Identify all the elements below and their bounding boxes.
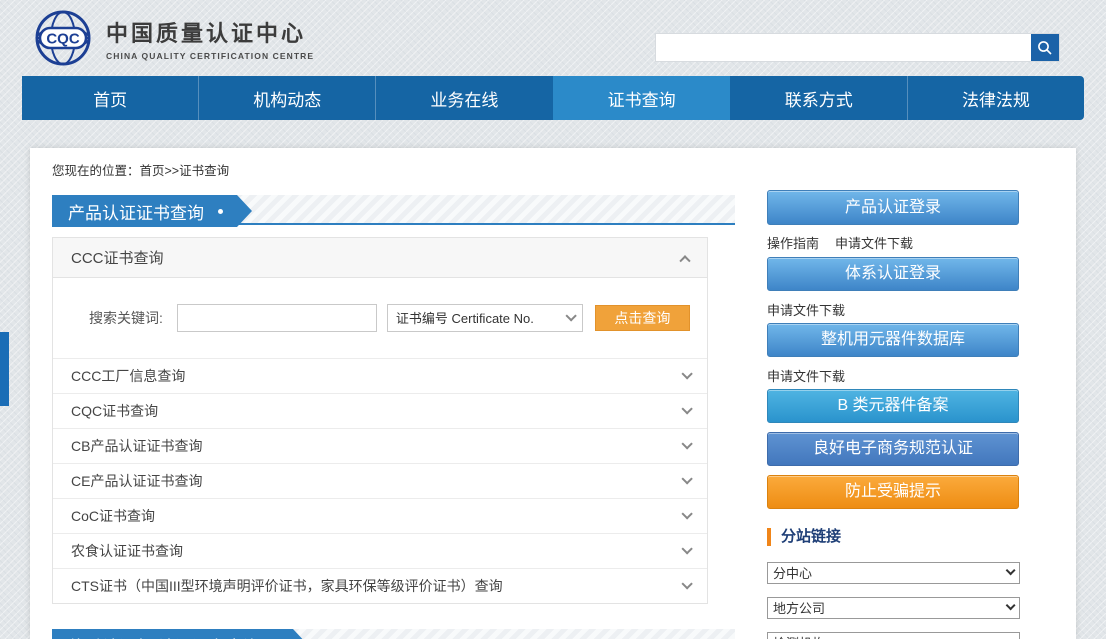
accordion-ccc-factory-info[interactable]: CCC工厂信息查询 — [53, 358, 707, 393]
site-subtitle: CHINA QUALITY CERTIFICATION CENTRE — [106, 51, 314, 61]
operation-guide-link[interactable]: 操作指南 — [767, 233, 819, 249]
local-company-select-wrap: 地方公司 — [767, 597, 1020, 619]
component-db-links: 申请文件下载 — [767, 366, 1020, 382]
site-search-button[interactable] — [1031, 34, 1059, 61]
chevron-down-icon — [681, 368, 692, 379]
product-cert-banner: 产品认证证书查询 — [52, 195, 237, 227]
chevron-down-icon — [681, 403, 692, 414]
product-cert-banner-label: 产品认证证书查询 — [68, 199, 204, 224]
accordion-cqc-certificate[interactable]: CQC证书查询 — [53, 393, 707, 428]
application-download-link[interactable]: 申请文件下载 — [767, 366, 845, 382]
testing-agency-select[interactable]: 检测机构 — [767, 632, 1020, 639]
chevron-down-icon — [681, 578, 692, 589]
certificate-query-accordion: CCC证书查询 搜索关键词: 证书编号 Certificate No. 点击查询… — [52, 237, 708, 604]
ccc-search-form: 搜索关键词: 证书编号 Certificate No. 点击查询 — [53, 278, 707, 358]
search-icon — [1037, 40, 1053, 56]
accordion-coc-certificate[interactable]: CoC证书查询 — [53, 498, 707, 533]
svg-text:CQC: CQC — [46, 31, 80, 48]
accordion-agrifood-certificate[interactable]: 农食认证证书查询 — [53, 533, 707, 568]
accordion-item-label: 农食认证证书查询 — [71, 541, 183, 561]
local-company-select[interactable]: 地方公司 — [767, 597, 1020, 619]
accordion-cts-certificate[interactable]: CTS证书（中国III型环境声明评价证书，家具环保等级评价证书）查询 — [53, 568, 707, 603]
page-header: CQC 中国质量认证中心 CHINA QUALITY CERTIFICATION… — [0, 0, 1106, 76]
product-cert-login-button[interactable]: 产品认证登录 — [767, 190, 1019, 225]
accordion-ce-certificate[interactable]: CE产品认证证书查询 — [53, 463, 707, 498]
accordion-ccc-certificate[interactable]: CCC证书查询 — [53, 238, 707, 278]
system-cert-banner-label: 体系认证部 认证证书查询 — [68, 633, 260, 639]
site-title: 中国质量认证中心 — [106, 16, 314, 48]
keyword-input[interactable] — [177, 304, 377, 332]
subsite-links-heading: 分站链接 — [767, 528, 1020, 546]
chevron-down-icon — [681, 543, 692, 554]
system-cert-login-button[interactable]: 体系认证登录 — [767, 257, 1019, 291]
system-cert-section-head: 体系认证部 认证证书查询 — [52, 629, 735, 639]
chevron-down-icon — [681, 473, 692, 484]
chevron-down-icon — [681, 438, 692, 449]
ecommerce-cert-button[interactable]: 良好电子商务规范认证 — [767, 432, 1019, 466]
banner-dot-icon — [218, 209, 223, 214]
testing-agency-select-wrap: 检测机构 — [767, 632, 1020, 639]
keyword-label: 搜索关键词: — [89, 308, 163, 328]
application-download-link[interactable]: 申请文件下载 — [835, 233, 913, 249]
certificate-type-select-wrap: 证书编号 Certificate No. — [387, 304, 583, 332]
site-search — [655, 33, 1060, 62]
fraud-warning-button[interactable]: 防止受骗提示 — [767, 475, 1019, 509]
accordion-cb-certificate[interactable]: CB产品认证证书查询 — [53, 428, 707, 463]
right-sidebar: 产品认证登录 操作指南 申请文件下载 体系认证登录 申请文件下载 整机用元器件数… — [767, 190, 1020, 639]
nav-item-news[interactable]: 机构动态 — [198, 76, 375, 120]
application-download-link[interactable]: 申请文件下载 — [767, 300, 845, 316]
product-cert-section-head: 产品认证证书查询 — [52, 195, 735, 225]
accordion-item-label: CE产品认证证书查询 — [71, 471, 202, 491]
class-b-filing-button[interactable]: B 类元器件备案 — [767, 389, 1019, 423]
system-cert-banner: 体系认证部 认证证书查询 — [52, 629, 293, 639]
nav-item-contact[interactable]: 联系方式 — [730, 76, 907, 120]
component-database-button[interactable]: 整机用元器件数据库 — [767, 323, 1019, 357]
accordion-ccc-certificate-label: CCC证书查询 — [71, 247, 164, 268]
branch-center-select[interactable]: 分中心 — [767, 562, 1020, 584]
branch-center-select-wrap: 分中心 — [767, 562, 1020, 584]
breadcrumb: 您现在的位置：首页>>证书查询 — [52, 160, 1076, 179]
chevron-down-icon — [681, 508, 692, 519]
chevron-up-icon — [679, 255, 690, 266]
product-login-links: 操作指南 申请文件下载 — [767, 233, 1020, 249]
accordion-item-label: CoC证书查询 — [71, 506, 155, 526]
main-nav: 首页 机构动态 业务在线 证书查询 联系方式 法律法规 — [22, 76, 1084, 120]
site-logo[interactable]: CQC 中国质量认证中心 CHINA QUALITY CERTIFICATION… — [30, 9, 314, 67]
accordion-item-label: CTS证书（中国III型环境声明评价证书，家具环保等级评价证书）查询 — [71, 576, 503, 596]
left-edge-widget[interactable] — [0, 332, 9, 406]
query-button[interactable]: 点击查询 — [595, 305, 690, 331]
nav-item-home[interactable]: 首页 — [22, 76, 198, 120]
certificate-type-select[interactable]: 证书编号 Certificate No. — [387, 304, 583, 332]
nav-item-certificate-query[interactable]: 证书查询 — [553, 76, 730, 120]
nav-item-business-online[interactable]: 业务在线 — [375, 76, 552, 120]
accordion-item-label: CCC工厂信息查询 — [71, 366, 185, 386]
cqc-globe-icon: CQC — [30, 9, 96, 67]
site-search-input[interactable] — [656, 34, 1031, 61]
system-login-links: 申请文件下载 — [767, 300, 1020, 316]
accordion-item-label: CQC证书查询 — [71, 401, 158, 421]
accordion-item-label: CB产品认证证书查询 — [71, 436, 202, 456]
nav-item-laws[interactable]: 法律法规 — [907, 76, 1084, 120]
